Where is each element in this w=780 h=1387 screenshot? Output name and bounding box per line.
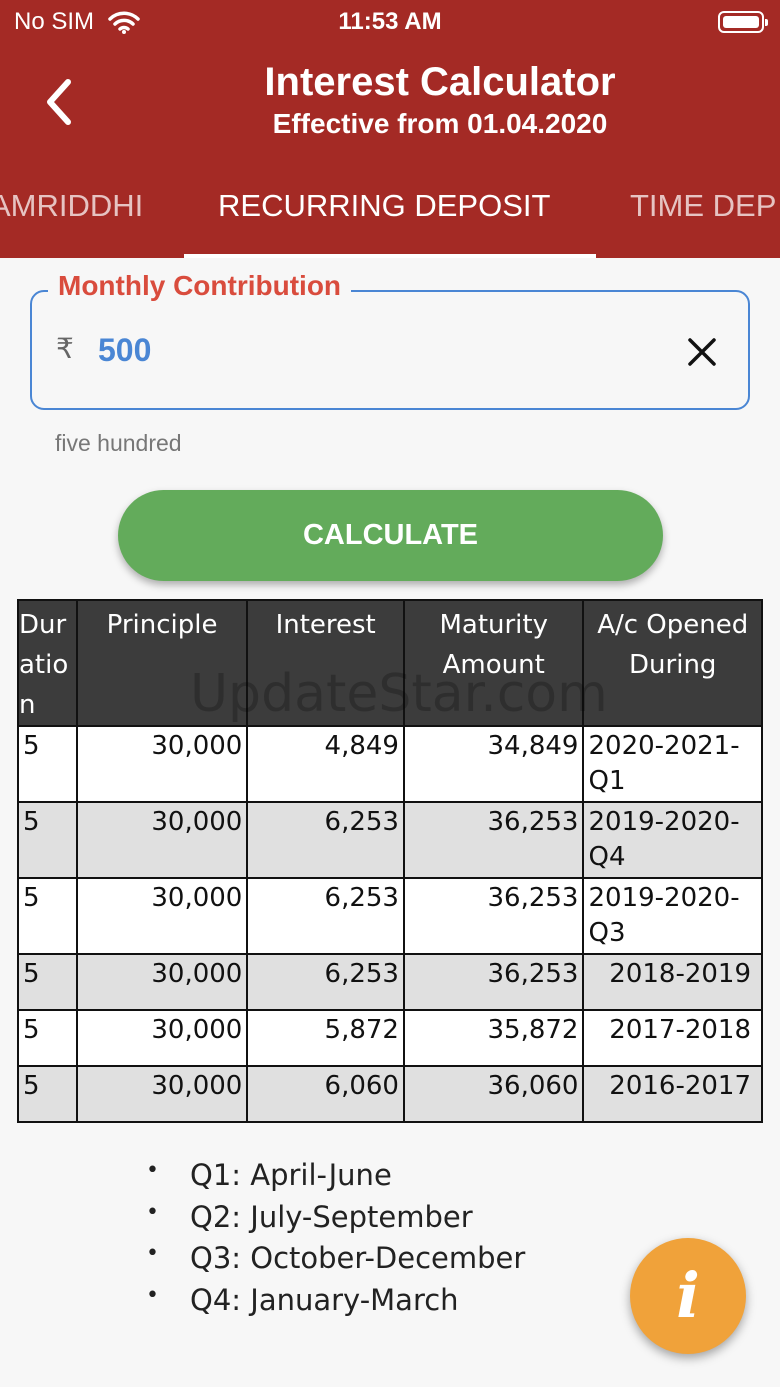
tab-samriddhi[interactable]: AMRIDDHI: [0, 188, 143, 224]
cell-opened: 2018-2019: [582, 953, 763, 1011]
cell-interest: 6,253: [246, 801, 405, 879]
cell-opened: 2017-2018: [582, 1009, 763, 1067]
cell-opened: 2019-2020-Q3: [582, 877, 763, 955]
cell-principle: 30,000: [75, 1009, 249, 1067]
cell-principle: 30,000: [75, 725, 249, 803]
tab-recurring-deposit[interactable]: RECURRING DEPOSIT: [218, 188, 550, 224]
calculate-button[interactable]: CALCULATE: [118, 490, 663, 581]
cell-interest: 6,253: [246, 953, 405, 1011]
app-header: No SIM 11:53 AM Interest Calculator Effe…: [0, 0, 780, 258]
table-row: 5 30,000 5,872 35,872 2017-2018: [17, 1009, 763, 1067]
amount-in-words: five hundred: [55, 430, 182, 456]
cell-duration: 5: [17, 1009, 78, 1067]
cell-interest: 4,849: [246, 725, 405, 803]
list-item: Q3: October-December: [146, 1241, 525, 1283]
clear-icon[interactable]: [684, 334, 720, 370]
page-title: Interest Calculator: [264, 60, 616, 104]
table-row: 5 30,000 6,060 36,060 2016-2017: [17, 1065, 763, 1123]
monthly-contribution-field[interactable]: Monthly Contribution ₹: [30, 270, 750, 410]
cell-duration: 5: [17, 801, 78, 879]
cell-opened: 2019-2020-Q4: [582, 801, 763, 879]
header-maturity-amount: Maturity Amount: [402, 599, 585, 727]
page-subtitle: Effective from 01.04.2020: [272, 108, 608, 139]
cell-maturity: 36,253: [402, 953, 585, 1011]
header-duration: Duration: [17, 599, 78, 727]
status-bar: No SIM 11:53 AM: [0, 0, 780, 42]
cell-interest: 6,060: [246, 1065, 405, 1123]
cell-maturity: 36,253: [402, 801, 585, 879]
cell-principle: 30,000: [75, 877, 249, 955]
list-item: Q4: January-March: [146, 1283, 525, 1325]
list-item: Q1: April-June: [146, 1158, 525, 1200]
header-principle: Principle: [75, 599, 249, 727]
results-table: Duration Principle Interest Maturity Amo…: [17, 599, 763, 1123]
back-chevron-icon[interactable]: [30, 72, 90, 132]
cell-maturity: 35,872: [402, 1009, 585, 1067]
cell-maturity: 36,060: [402, 1065, 585, 1123]
table-row: 5 30,000 6,253 36,253 2019-2020-Q3: [17, 877, 763, 955]
field-label: Monthly Contribution: [48, 270, 352, 302]
table-row: 5 30,000 6,253 36,253 2018-2019: [17, 953, 763, 1011]
info-button[interactable]: i: [630, 1238, 746, 1354]
battery-icon: [718, 11, 768, 33]
cell-maturity: 34,849: [402, 725, 585, 803]
cell-opened: 2020-2021-Q1: [582, 725, 763, 803]
table-row: 5 30,000 4,849 34,849 2020-2021-Q1: [17, 725, 763, 803]
cell-opened: 2016-2017: [582, 1065, 763, 1123]
cell-maturity: 36,253: [402, 877, 585, 955]
active-tab-indicator: [184, 254, 596, 258]
table-header-row: Duration Principle Interest Maturity Amo…: [17, 599, 763, 727]
quarter-legend: Q1: April-June Q2: July-September Q3: Oc…: [146, 1158, 525, 1324]
cell-principle: 30,000: [75, 953, 249, 1011]
tab-time-deposit[interactable]: TIME DEP: [630, 188, 776, 224]
cell-duration: 5: [17, 725, 78, 803]
cell-interest: 5,872: [246, 1009, 405, 1067]
cell-principle: 30,000: [75, 801, 249, 879]
list-item: Q2: July-September: [146, 1200, 525, 1242]
header-ac-opened-during: A/c Opened During: [582, 599, 763, 727]
status-time: 11:53 AM: [338, 8, 442, 35]
monthly-contribution-input[interactable]: [98, 332, 658, 369]
cell-duration: 5: [17, 877, 78, 955]
cell-principle: 30,000: [75, 1065, 249, 1123]
tab-bar: AMRIDDHI RECURRING DEPOSIT TIME DEP: [0, 170, 780, 258]
cell-duration: 5: [17, 953, 78, 1011]
cell-interest: 6,253: [246, 877, 405, 955]
rupee-icon: ₹: [56, 333, 74, 364]
header-interest: Interest: [246, 599, 405, 727]
cell-duration: 5: [17, 1065, 78, 1123]
table-row: 5 30,000 6,253 36,253 2019-2020-Q4: [17, 801, 763, 879]
